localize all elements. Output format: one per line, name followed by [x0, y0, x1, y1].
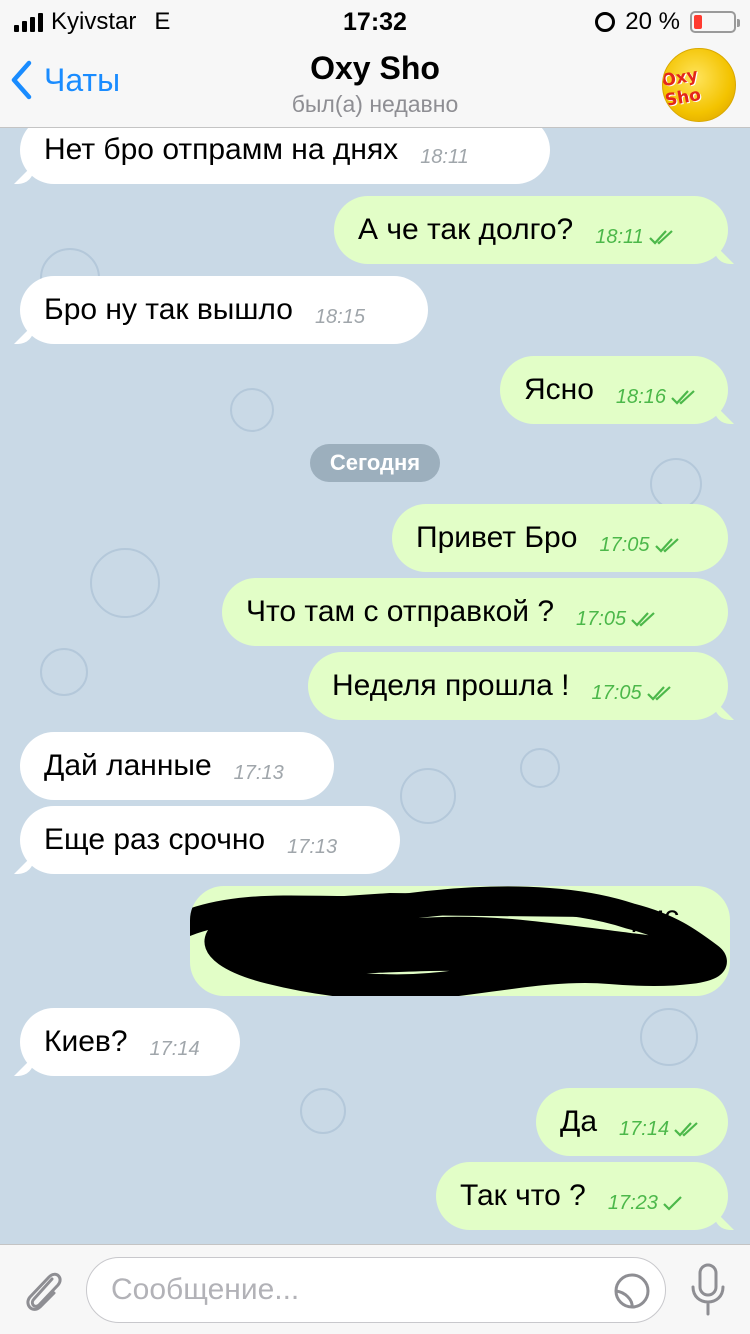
- status-right: 20 %: [595, 8, 740, 36]
- message-outgoing[interactable]: Ясно 18:16: [500, 356, 728, 424]
- message-incoming[interactable]: Еще раз срочно 17:13: [20, 806, 400, 874]
- wallpaper-doodle: [400, 768, 456, 824]
- single-check-icon: [663, 1196, 682, 1211]
- message-incoming[interactable]: Нет бро отпрамм на днях 18:11: [20, 128, 550, 184]
- message-time: 18:11: [595, 225, 644, 248]
- sticker-icon: [614, 1273, 650, 1309]
- message-text: Бро ну так вышло: [44, 293, 293, 326]
- sticker-button[interactable]: [613, 1272, 651, 1318]
- message-text: Еще раз срочно: [44, 823, 266, 856]
- chat-title-block[interactable]: Oxy Sho был(а) недавно: [0, 50, 750, 118]
- message-outgoing[interactable]: Неделя прошла ! 17:05: [308, 652, 728, 720]
- message-outgoing[interactable]: Что там с отправкой ? 17:05: [222, 578, 728, 646]
- double-check-icon: [646, 686, 671, 701]
- message-meta: 17:14: [619, 1118, 701, 1141]
- date-separator: Сегодня: [310, 444, 440, 482]
- message-incoming[interactable]: Киев? 17:14: [20, 1008, 240, 1076]
- message-list[interactable]: Нет бро отпрамм на днях 18:11 А че так д…: [0, 128, 750, 1244]
- message-text: Нет бро отпрамм на днях: [44, 133, 399, 166]
- message-text: Привет Бро: [416, 521, 578, 554]
- message-time: 18:11: [420, 145, 469, 168]
- voice-record-button[interactable]: [690, 1263, 726, 1322]
- message-outgoing[interactable]: Привет Бро 17:05: [392, 504, 728, 572]
- double-check-icon: [671, 390, 695, 405]
- message-time: 17:13: [287, 835, 338, 858]
- message-text: А че так долго?: [358, 213, 574, 246]
- wallpaper-doodle: [40, 648, 88, 696]
- wallpaper-doodle: [230, 388, 274, 432]
- message-text: Неделя прошла !: [332, 669, 570, 702]
- avatar[interactable]: Oxy Sho: [662, 48, 736, 122]
- message-meta: 17:23: [608, 1192, 684, 1215]
- message-input-placeholder: Сообщение...: [111, 1273, 300, 1306]
- message-outgoing[interactable]: Так что ? 17:23: [436, 1162, 728, 1230]
- message-time: 18:16: [615, 385, 666, 408]
- avatar-logo: Oxy Sho: [662, 65, 703, 111]
- message-time: 17:23: [607, 1191, 658, 1214]
- attach-button[interactable]: [22, 1267, 64, 1318]
- message-incoming[interactable]: Бро ну так вышло 18:15: [20, 276, 428, 344]
- message-meta: 18:11: [595, 226, 676, 249]
- battery-icon: [690, 11, 740, 33]
- battery-fill: [694, 15, 702, 29]
- message-time: 17:05: [599, 533, 650, 556]
- message-text: Дай ланные: [44, 749, 212, 782]
- message-meta: 18:16: [616, 386, 698, 409]
- double-check-icon: [649, 230, 673, 245]
- message-time: 17:14: [149, 1037, 200, 1060]
- message-outgoing[interactable]: Да 17:14: [536, 1088, 728, 1156]
- message-time: 17:13: [233, 761, 284, 784]
- composer-bar: Сообщение...: [0, 1244, 750, 1334]
- status-bar: Kyivstar E 17:32 20 %: [0, 0, 750, 40]
- chat-title: Oxy Sho: [310, 50, 440, 86]
- message-incoming[interactable]: Дай ланные 17:13: [20, 732, 334, 800]
- microphone-icon: [691, 1263, 725, 1316]
- message-meta: 17:05: [576, 608, 658, 631]
- message-meta: 17:05: [599, 534, 681, 557]
- message-text: Киев?: [44, 1025, 128, 1058]
- message-time: 17:05: [576, 607, 627, 630]
- double-check-icon: [654, 538, 679, 553]
- message-meta: 17:05: [592, 682, 674, 705]
- message-text: Да: [560, 1105, 598, 1138]
- wallpaper-doodle: [300, 1088, 346, 1134]
- message-text: Ясно: [524, 373, 594, 406]
- message-time: 18:15: [314, 305, 365, 328]
- wallpaper-doodle: [90, 548, 160, 618]
- wallpaper-doodle: [650, 458, 702, 510]
- redaction-scribble: [190, 886, 727, 996]
- paperclip-icon: [26, 1272, 62, 1311]
- message-time: 17:05: [591, 681, 642, 704]
- double-check-icon: [674, 1122, 698, 1137]
- message-text: Так что ?: [460, 1179, 586, 1212]
- double-check-icon: [631, 612, 655, 627]
- wallpaper-doodle: [640, 1008, 698, 1066]
- wallpaper-doodle: [520, 748, 560, 788]
- message-outgoing-redacted[interactable]: ерис: [190, 886, 730, 996]
- message-outgoing[interactable]: А че так долго? 18:11: [334, 196, 728, 264]
- alarm-icon: [595, 12, 616, 32]
- last-seen-status: был(а) недавно: [291, 91, 459, 117]
- battery-percent: 20 %: [625, 8, 680, 35]
- message-time: 17:14: [619, 1117, 670, 1140]
- chat-header: Чаты Oxy Sho был(а) недавно Oxy Sho: [0, 40, 750, 128]
- message-input[interactable]: Сообщение...: [86, 1257, 666, 1323]
- message-text: Что там с отправкой ?: [246, 595, 555, 628]
